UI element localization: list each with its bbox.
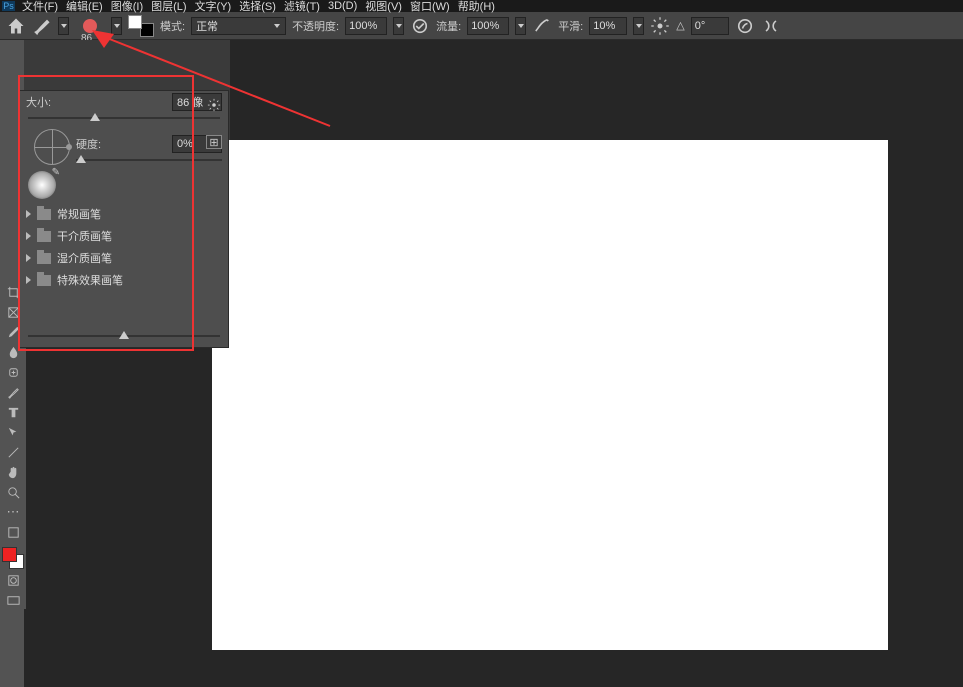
flow-field[interactable]: 100%: [467, 17, 509, 35]
smooth-label: 平滑:: [558, 18, 583, 34]
flow-label: 流量:: [436, 18, 461, 34]
smooth-field[interactable]: 10%: [589, 17, 627, 35]
canvas[interactable]: [212, 140, 888, 650]
new-preset-button[interactable]: ⊞: [206, 135, 222, 149]
menu-type[interactable]: 文字(Y): [191, 0, 236, 14]
brush-preset-popup: 大小: 86 像 硬度: 0% ⊞: [19, 90, 229, 348]
menu-view[interactable]: 视图(V): [361, 0, 406, 14]
folder-label: 湿介质画笔: [57, 250, 112, 266]
brush-folder[interactable]: 湿介质画笔: [20, 247, 228, 269]
pressure-size-icon[interactable]: [735, 16, 755, 36]
brush-folder[interactable]: 干介质画笔: [20, 225, 228, 247]
menu-window[interactable]: 窗口(W): [406, 0, 454, 14]
folder-icon: [37, 231, 51, 242]
expand-icon[interactable]: [26, 254, 31, 262]
toolbox-edit-icon[interactable]: [3, 523, 23, 541]
menu-help[interactable]: 帮助(H): [454, 0, 499, 14]
folder-icon: [37, 275, 51, 286]
folder-label: 常规画笔: [57, 206, 101, 222]
folder-icon: [37, 209, 51, 220]
airbrush-icon[interactable]: [532, 16, 552, 36]
mode-label: 模式:: [160, 18, 185, 34]
menu-3d[interactable]: 3D(D): [324, 0, 361, 12]
slider-thumb-icon[interactable]: [76, 155, 86, 163]
smooth-dropdown[interactable]: [633, 17, 644, 35]
menu-file[interactable]: 文件(F): [18, 0, 62, 14]
expand-icon[interactable]: [26, 232, 31, 240]
expand-icon[interactable]: [26, 210, 31, 218]
expand-icon[interactable]: [26, 276, 31, 284]
brush-preset-dropdown[interactable]: [111, 17, 122, 35]
folder-icon: [37, 253, 51, 264]
tool-healing-icon[interactable]: [3, 363, 23, 381]
color-swatches[interactable]: [2, 547, 24, 569]
brush-size-label: 大小:: [26, 94, 51, 110]
pencil-icon: ✎: [52, 167, 60, 178]
brush-popup-gear-icon[interactable]: [204, 95, 224, 115]
flow-dropdown[interactable]: [515, 17, 526, 35]
brush-folder[interactable]: 特殊效果画笔: [20, 269, 228, 291]
fg-color-swatch[interactable]: [2, 547, 17, 562]
swatch-fg-icon: [128, 15, 142, 29]
brush-dot-icon: [83, 19, 97, 33]
menu-layer[interactable]: 图层(L): [147, 0, 190, 14]
chevron-down-icon: [273, 17, 281, 35]
menu-filter[interactable]: 滤镜(T): [280, 0, 324, 14]
brush-hardness-slider[interactable]: [76, 155, 222, 165]
brush-color-swatches[interactable]: [128, 15, 154, 37]
tool-brush-icon[interactable]: [32, 16, 52, 36]
tool-preset-dropdown[interactable]: [58, 17, 69, 35]
angle-icon-label: △: [676, 19, 684, 32]
workspace: ⋯ 大小: 86 像 硬度: 0%: [0, 40, 963, 687]
tool-text-icon[interactable]: [3, 403, 23, 421]
opacity-label: 不透明度:: [292, 18, 339, 34]
folder-label: 特殊效果画笔: [57, 272, 123, 288]
tool-brush-icon[interactable]: [3, 383, 23, 401]
menu-select[interactable]: 选择(S): [235, 0, 280, 14]
home-icon[interactable]: [6, 16, 26, 36]
mode-select[interactable]: 正常: [191, 17, 286, 35]
tool-hand-icon[interactable]: [3, 463, 23, 481]
pressure-opacity-icon[interactable]: [410, 16, 430, 36]
symmetry-icon[interactable]: [761, 16, 781, 36]
brush-size-slider[interactable]: [28, 113, 220, 123]
opacity-dropdown[interactable]: [393, 17, 404, 35]
swatch-bg-icon: [140, 23, 154, 37]
brush-thumbnail-size-slider[interactable]: [28, 331, 220, 341]
menu-bar: Ps 文件(F) 编辑(E) 图像(I) 图层(L) 文字(Y) 选择(S) 滤…: [0, 0, 963, 12]
options-bar: 86 模式: 正常 不透明度: 100% 流量: 100% 平滑: 10% △ …: [0, 12, 963, 40]
slider-thumb-icon[interactable]: [90, 113, 100, 121]
tool-path-icon[interactable]: [3, 423, 23, 441]
screenmode-icon[interactable]: [3, 591, 23, 609]
mode-value: 正常: [196, 18, 218, 34]
toolbox-more-icon[interactable]: ⋯: [3, 503, 23, 521]
menu-image[interactable]: 图像(I): [107, 0, 147, 14]
smooth-options-icon[interactable]: [650, 16, 670, 36]
brush-hardness-label: 硬度:: [76, 136, 101, 152]
folder-label: 干介质画笔: [57, 228, 112, 244]
menu-edit[interactable]: 编辑(E): [62, 0, 107, 14]
brush-folder[interactable]: 常规画笔: [20, 203, 228, 225]
brush-folder-list: 常规画笔 干介质画笔 湿介质画笔 特殊效果画笔: [20, 203, 228, 291]
ps-logo-icon: Ps: [2, 1, 15, 11]
brush-preview-swatch[interactable]: ✎: [28, 171, 56, 199]
brush-preset-picker[interactable]: 86: [75, 14, 105, 38]
slider-thumb-icon[interactable]: [119, 331, 129, 339]
tool-line-icon[interactable]: [3, 443, 23, 461]
angle-field[interactable]: 0°: [691, 17, 729, 35]
angle-marker-icon[interactable]: [66, 144, 72, 150]
opacity-field[interactable]: 100%: [345, 17, 387, 35]
brush-angle-control[interactable]: [34, 129, 70, 165]
quickmask-icon[interactable]: [3, 571, 23, 589]
tool-zoom-icon[interactable]: [3, 483, 23, 501]
